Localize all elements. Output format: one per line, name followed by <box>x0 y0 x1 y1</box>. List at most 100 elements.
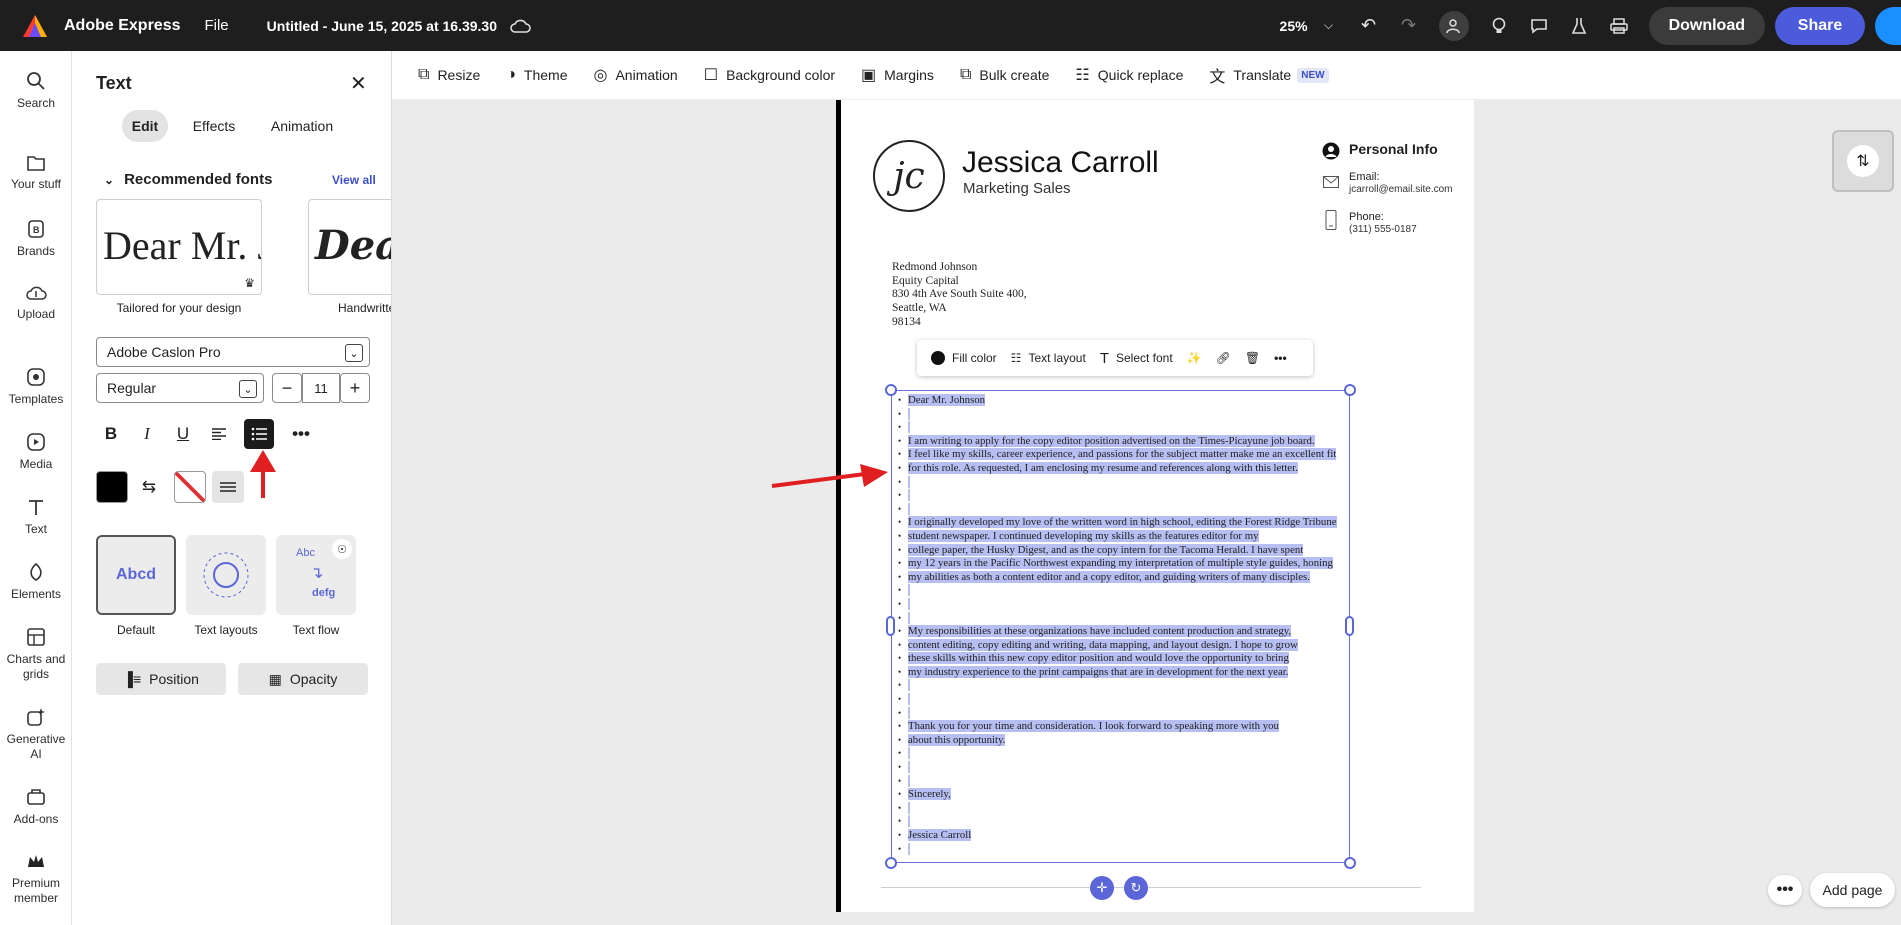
resize-handle[interactable] <box>885 384 897 396</box>
resize-handle[interactable] <box>1344 857 1356 869</box>
resize-handle[interactable] <box>886 616 895 636</box>
highlight-color-swatch[interactable] <box>174 471 206 503</box>
body-line[interactable] <box>898 407 1349 422</box>
rail-media[interactable]: Media <box>0 432 72 471</box>
download-button[interactable]: Download <box>1648 6 1765 45</box>
body-line[interactable] <box>898 842 1349 857</box>
body-line[interactable] <box>898 584 1349 598</box>
document-page[interactable]: jc Jessica Carroll Marketing Sales Perso… <box>836 100 1474 912</box>
monogram-logo[interactable]: jc <box>873 140 945 212</box>
rotate-icon[interactable]: ↻ <box>1124 876 1148 900</box>
rail-charts[interactable]: Charts and grids <box>0 627 72 682</box>
rail-brands[interactable]: B Brands <box>0 219 72 258</box>
underline-button[interactable]: U <box>168 419 198 449</box>
email-value[interactable]: jcarroll@email.site.com <box>1349 184 1453 195</box>
body-line[interactable]: my 12 years in the Pacific Northwest exp… <box>898 557 1349 571</box>
body-line[interactable] <box>898 502 1349 517</box>
font-weight-select[interactable]: Regular ⌄ <box>96 373 264 403</box>
zoom-level[interactable]: 25% <box>1280 18 1308 34</box>
link-icon[interactable]: 🔗︎ <box>1216 351 1231 365</box>
body-line[interactable]: content editing, copy editing and writin… <box>898 638 1349 653</box>
text-layout-button[interactable]: ☷ Text layout <box>1011 351 1086 365</box>
align-left-icon[interactable] <box>204 419 234 449</box>
increase-size-button[interactable]: + <box>340 373 370 403</box>
letter-body[interactable]: Dear Mr. Johnson I am writing to apply fo… <box>898 394 1349 857</box>
font-family-select[interactable]: Adobe Caslon Pro ⌄ <box>96 337 370 367</box>
body-line[interactable] <box>898 815 1349 829</box>
bullet-list-button[interactable] <box>244 419 274 449</box>
font-card-handwritten[interactable]: Dear Mr. <box>308 199 391 295</box>
sender-role[interactable]: Marketing Sales <box>963 180 1071 197</box>
opacity-button[interactable]: ▦ Opacity <box>238 663 368 695</box>
rail-elements[interactable]: Elements <box>0 562 72 601</box>
page-thumbnail[interactable]: ⇅ <box>1832 130 1894 192</box>
tab-effects[interactable]: Effects <box>182 110 246 142</box>
close-icon[interactable]: ✕ <box>350 71 367 96</box>
animation-button[interactable]: ◎ Animation <box>593 65 677 85</box>
redo-icon[interactable]: ↷ <box>1396 13 1422 39</box>
text-color-swatch[interactable] <box>96 471 128 503</box>
translate-button[interactable]: 文 Translate NEW <box>1209 63 1329 87</box>
rail-your-stuff[interactable]: Your stuff <box>0 154 72 191</box>
comment-icon[interactable] <box>1526 13 1552 39</box>
body-line[interactable]: about this opportunity. <box>898 733 1349 748</box>
body-line[interactable]: Sincerely, <box>898 788 1349 802</box>
margins-button[interactable]: ▣ Margins <box>861 65 934 85</box>
recipient-address[interactable]: Redmond Johnson Equity Capital 830 4th A… <box>892 261 1027 330</box>
style-text-flow[interactable]: Abc ↴ defg ☉ <box>276 535 356 615</box>
body-line[interactable]: My responsibilities at these organizatio… <box>898 625 1349 639</box>
flask-icon[interactable] <box>1566 13 1592 39</box>
body-line[interactable]: for this role. As requested, I am enclos… <box>898 461 1349 476</box>
body-line[interactable] <box>898 801 1349 816</box>
rail-templates[interactable]: Templates <box>0 367 72 406</box>
tab-edit[interactable]: Edit <box>122 110 168 142</box>
body-line[interactable] <box>898 747 1349 761</box>
recommended-fonts-header[interactable]: ⌄ Recommended fonts <box>104 171 272 188</box>
rail-generative-ai[interactable]: Generative AI <box>0 707 72 762</box>
rail-addons[interactable]: Add-ons <box>0 787 72 826</box>
view-all-link[interactable]: View all <box>332 173 376 187</box>
phone-value[interactable]: (311) 555-0187 <box>1349 224 1417 235</box>
print-icon[interactable] <box>1606 13 1632 39</box>
body-line[interactable]: I originally developed my love of the wr… <box>898 516 1349 530</box>
body-line[interactable]: I am writing to apply for the copy edito… <box>898 434 1349 449</box>
body-line[interactable]: my industry experience to the print camp… <box>898 665 1349 680</box>
body-line[interactable] <box>898 489 1349 503</box>
swap-colors-icon[interactable]: ⇆ <box>134 472 164 502</box>
rail-text[interactable]: Text <box>0 497 72 536</box>
cloud-sync-icon[interactable] <box>509 18 531 34</box>
body-line[interactable]: I feel like my skills, career experience… <box>898 448 1349 462</box>
more-options-icon[interactable]: ••• <box>1768 875 1802 905</box>
personal-info-title[interactable]: Personal Info <box>1349 141 1438 157</box>
adobe-express-logo-icon[interactable] <box>22 14 48 38</box>
user-avatar[interactable] <box>1875 6 1901 45</box>
bulk-create-button[interactable]: ⧉ Bulk create <box>960 66 1049 84</box>
file-menu[interactable]: File <box>204 17 228 34</box>
undo-icon[interactable]: ↶ <box>1356 13 1382 39</box>
body-line[interactable]: these skills within this new copy editor… <box>898 652 1349 666</box>
document-title[interactable]: Untitled - June 15, 2025 at 16.39.30 <box>267 18 497 34</box>
body-line[interactable] <box>898 611 1349 626</box>
body-line[interactable]: Thank you for your time and consideratio… <box>898 720 1349 734</box>
bold-button[interactable]: B <box>96 419 126 449</box>
add-page-button[interactable]: Add page <box>1810 873 1895 907</box>
style-default[interactable]: Abcd <box>96 535 176 615</box>
font-size-input[interactable]: 11 <box>302 373 340 403</box>
select-font-button[interactable]: T Select font <box>1100 350 1173 367</box>
rail-premium[interactable]: Premium member <box>0 853 72 906</box>
delete-icon[interactable]: 🗑︎ <box>1245 351 1260 365</box>
italic-button[interactable]: I <box>132 419 162 449</box>
position-button[interactable]: ▐≡ Position <box>96 663 226 695</box>
quick-replace-button[interactable]: ☷ Quick replace <box>1075 65 1183 85</box>
body-line[interactable]: Jessica Carroll <box>898 829 1349 843</box>
body-line[interactable] <box>898 679 1349 693</box>
body-line[interactable]: my abilities as both a content editor an… <box>898 570 1349 585</box>
share-button[interactable]: Share <box>1775 6 1865 45</box>
theme-button[interactable]: ◑ Theme <box>506 66 567 84</box>
body-line[interactable] <box>898 774 1349 789</box>
decrease-size-button[interactable]: − <box>272 373 302 403</box>
resize-handle[interactable] <box>885 857 897 869</box>
effects-icon[interactable]: ✨ <box>1187 351 1202 365</box>
body-line[interactable]: college paper, the Husky Digest, and as … <box>898 543 1349 558</box>
sender-name[interactable]: Jessica Carroll <box>962 146 1159 180</box>
